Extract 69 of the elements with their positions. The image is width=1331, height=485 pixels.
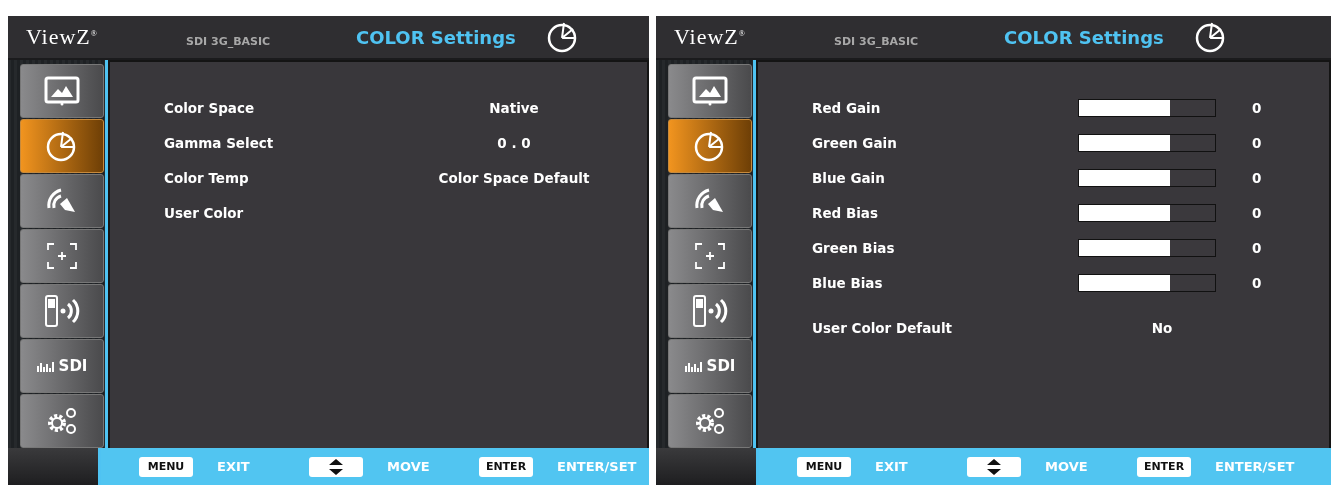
setting-value: 0 — [1252, 239, 1262, 256]
slider-track[interactable] — [1078, 273, 1216, 292]
slider-track[interactable] — [1078, 203, 1216, 222]
input-source: SDI 3G_BASIC — [186, 34, 272, 48]
setting-label: Gamma Select — [164, 134, 275, 151]
setting-value[interactable]: 0 . 0 — [434, 134, 594, 151]
hint-label: EXIT — [217, 459, 250, 474]
up-down-arrows-icon — [309, 456, 363, 477]
setting-label: Red Bias — [812, 204, 879, 221]
setting-label: User Color Default — [812, 319, 953, 336]
menu-tab[interactable] — [20, 394, 104, 448]
setting-label: User Color — [164, 204, 245, 221]
monitor-icon — [44, 76, 80, 106]
setting-value: 0 — [1252, 99, 1262, 116]
setting-label: Blue Bias — [812, 274, 884, 291]
setting-label: Blue Gain — [812, 169, 886, 186]
gears-icon — [45, 405, 79, 437]
menu-title: COLOR Settings — [356, 26, 517, 48]
slider-track[interactable] — [1078, 168, 1216, 187]
setting-label: Green Gain — [812, 134, 898, 151]
monitor-icon — [692, 76, 728, 106]
menu-tab[interactable] — [668, 229, 752, 283]
setting-value: 0 — [1252, 134, 1262, 151]
setting-label: Green Bias — [812, 239, 896, 256]
hint-label: ENTER/SET — [1215, 459, 1295, 474]
setting-label: Color Temp — [164, 169, 250, 186]
brand-logo: ViewZ$^{®}$ — [26, 24, 99, 50]
bar-graph-icon — [36, 360, 55, 372]
hint-label: EXIT — [875, 459, 908, 474]
input-source: SDI 3G_BASIC — [834, 34, 920, 48]
setting-value: 0 — [1252, 169, 1262, 186]
slider-track[interactable] — [1078, 133, 1216, 152]
slider-track[interactable] — [1078, 98, 1216, 117]
menu-tab[interactable] — [20, 64, 104, 118]
focus-frame-icon — [46, 242, 78, 270]
key-badge: MENU — [797, 456, 851, 477]
hint-label: MOVE — [387, 459, 430, 474]
setting-label: Red Gain — [812, 99, 882, 116]
brand-logo: ViewZ$^{®}$ — [674, 24, 747, 50]
menu-tab[interactable] — [668, 119, 752, 173]
hint-label: MOVE — [1045, 459, 1088, 474]
setting-value: 0 — [1252, 274, 1262, 291]
menu-tab[interactable] — [20, 229, 104, 283]
hint-label: ENTER/SET — [557, 459, 637, 474]
menu-tab[interactable] — [668, 394, 752, 448]
slider-track[interactable] — [1078, 238, 1216, 257]
key-badge: ENTER — [1137, 456, 1191, 477]
setting-label: Color Space — [164, 99, 256, 116]
menu-tab[interactable]: SDI — [668, 339, 752, 393]
menu-tab[interactable] — [20, 119, 104, 173]
gears-icon — [693, 405, 727, 437]
remote-signal-icon — [43, 294, 81, 328]
menu-tab[interactable] — [20, 284, 104, 338]
menu-tab[interactable] — [668, 174, 752, 228]
setting-value[interactable]: Color Space Default — [434, 169, 594, 186]
menu-title: COLOR Settings — [1004, 26, 1165, 48]
menu-tab[interactable] — [20, 174, 104, 228]
focus-frame-icon — [694, 242, 726, 270]
key-badge: ENTER — [479, 456, 533, 477]
menu-tab[interactable] — [668, 284, 752, 338]
setting-value[interactable]: Native — [434, 99, 594, 116]
up-down-arrows-icon — [967, 456, 1021, 477]
menu-tab[interactable] — [668, 64, 752, 118]
setting-value[interactable]: No — [1082, 319, 1242, 336]
remote-signal-icon — [691, 294, 729, 328]
setting-value: 0 — [1252, 204, 1262, 221]
key-badge: MENU — [139, 456, 193, 477]
bar-graph-icon — [684, 360, 703, 372]
menu-tab[interactable]: SDI — [20, 339, 104, 393]
